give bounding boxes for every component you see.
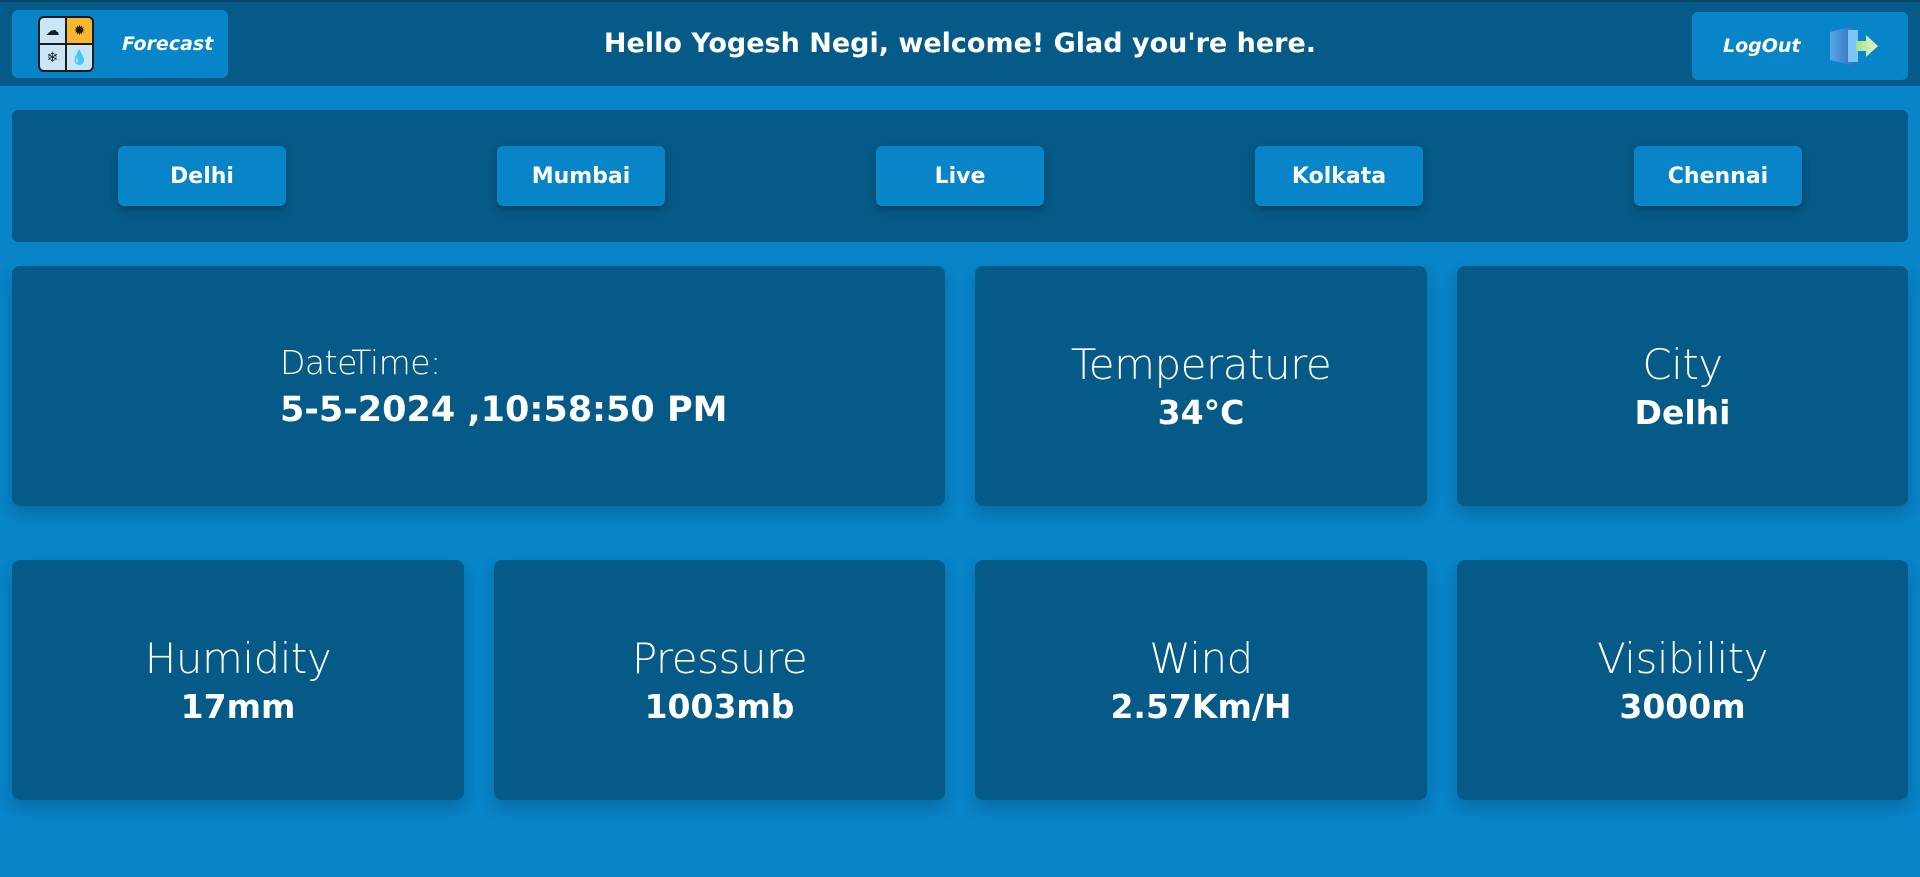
city-selector-bar: Delhi Mumbai Live Kolkata Chennai [12,110,1908,242]
temperature-label: Temperature [1070,340,1332,389]
humidity-value: 17mm [180,687,296,726]
city-button-kolkata[interactable]: Kolkata [1255,146,1423,206]
city-value: Delhi [1634,393,1731,432]
temperature-value: 34°C [1157,393,1245,432]
logout-door-icon [1830,26,1878,66]
pressure-label: Pressure [631,634,808,683]
city-button-delhi[interactable]: Delhi [118,146,286,206]
visibility-card: Visibility 3000m [1457,560,1908,800]
datetime-value: 5-5-2024 ,10:58:50 PM [280,389,728,430]
temperature-card: Temperature 34°C [975,266,1427,506]
datetime-card: DateTime: 5-5-2024 ,10:58:50 PM [12,266,945,506]
city-button-mumbai[interactable]: Mumbai [497,146,665,206]
top-header: ☁ ✹ ❄ 💧 Forecast Hello Yogesh Negi, welcom… [0,0,1920,86]
wind-value: 2.57Km/H [1110,687,1292,726]
wind-label: Wind [1149,634,1253,683]
city-button-chennai[interactable]: Chennai [1634,146,1802,206]
city-button-live[interactable]: Live [876,146,1044,206]
logout-label: LogOut [1723,35,1801,57]
datetime-label: DateTime: [280,342,441,382]
pressure-value: 1003mb [644,687,795,726]
welcome-greeting: Hello Yogesh Negi, welcome! Glad you're … [603,28,1317,59]
humidity-card: Humidity 17mm [12,560,464,800]
logout-button[interactable]: LogOut [1692,12,1908,80]
humidity-label: Humidity [144,634,332,683]
visibility-label: Visibility [1596,634,1769,683]
wind-card: Wind 2.57Km/H [975,560,1427,800]
visibility-value: 3000m [1619,687,1746,726]
city-card: City Delhi [1457,266,1908,506]
pressure-card: Pressure 1003mb [494,560,945,800]
city-label: City [1642,340,1723,389]
